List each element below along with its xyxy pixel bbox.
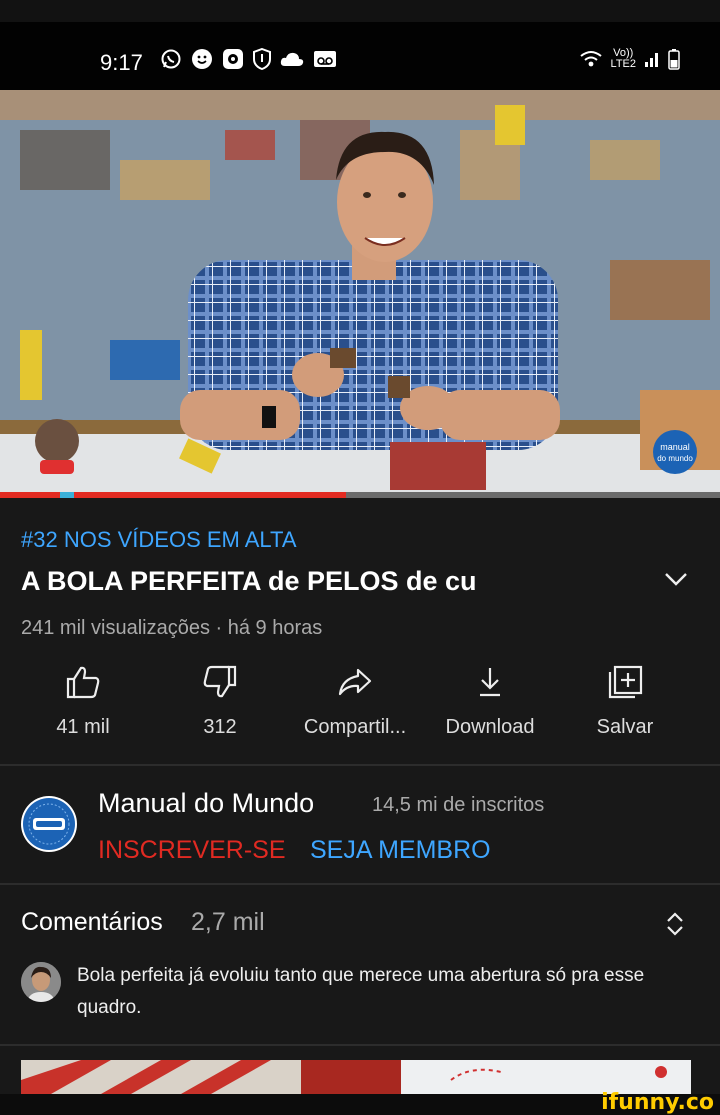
like-count: 41 mil <box>56 716 110 738</box>
divider <box>0 1044 720 1046</box>
video-progress-scrubber[interactable] <box>60 492 74 498</box>
next-video-image <box>21 1060 691 1094</box>
comments-count: 2,7 mil <box>191 908 265 936</box>
trending-badge[interactable]: #32 NOS VÍDEOS EM ALTA <box>21 527 297 553</box>
save-button[interactable]: Salvar <box>560 664 690 739</box>
battery-icon <box>668 49 680 70</box>
share-button[interactable]: Compartil... <box>290 664 420 739</box>
channel-avatar[interactable] <box>21 796 77 852</box>
save-label: Salvar <box>596 716 654 738</box>
dislike-icon <box>203 665 237 698</box>
chevron-down-icon[interactable] <box>662 568 690 590</box>
box-logo-line2: do mundo <box>657 454 693 463</box>
voicemail-icon <box>314 51 336 67</box>
video-title: A BOLA PERFEITA de PELOS de cu <box>21 566 477 596</box>
share-icon <box>338 668 372 696</box>
box-logo-line1: manual <box>660 442 690 452</box>
screenshot-top-edge <box>0 0 720 22</box>
video-progress-played <box>0 492 346 498</box>
emoji-icon <box>192 49 212 69</box>
cloud-icon <box>280 52 304 66</box>
app-icon <box>223 49 243 69</box>
video-progress-bar[interactable] <box>0 492 720 498</box>
like-icon <box>66 666 100 699</box>
share-label: Compartil... <box>303 716 407 738</box>
download-icon <box>480 668 500 697</box>
signal-icon <box>645 53 658 67</box>
divider <box>0 883 720 885</box>
ifunny-watermark: ifunny.co <box>601 1090 714 1115</box>
download-label: Download <box>445 716 535 738</box>
comments-title[interactable]: Comentários <box>21 908 163 937</box>
next-video-thumbnail[interactable] <box>21 1060 691 1094</box>
status-time: 9:17 <box>100 50 143 75</box>
whatsapp-icon <box>161 49 181 69</box>
notification-icons <box>160 48 337 70</box>
wifi-icon <box>579 51 602 67</box>
divider <box>0 764 720 766</box>
expand-collapse-icon[interactable] <box>664 910 686 938</box>
network-type: Vo)) LTE2 <box>611 48 636 70</box>
subscriber-count: 14,5 mi de inscritos <box>372 794 545 816</box>
save-playlist-icon <box>608 665 643 699</box>
commenter-avatar[interactable] <box>21 962 61 1002</box>
dislike-count: 312 <box>203 716 237 738</box>
top-comment: Bola perfeita já evoluiu tanto que merec… <box>77 965 645 1018</box>
subscribe-button[interactable]: INSCREVER-SE <box>98 836 286 865</box>
dislike-button[interactable]: 312 <box>155 664 285 739</box>
download-button[interactable]: Download <box>425 664 555 739</box>
join-button[interactable]: SEJA MEMBRO <box>310 836 491 865</box>
like-button[interactable]: 41 mil <box>18 664 148 739</box>
system-icons: Vo)) LTE2 <box>579 48 680 70</box>
status-bar: 9:17 Vo)) LTE2 <box>0 22 720 90</box>
video-frame: manual do mundo <box>0 90 720 496</box>
commenter-photo <box>21 962 61 1002</box>
channel-name[interactable]: Manual do Mundo <box>98 788 314 819</box>
channel-logo <box>23 798 75 850</box>
lte-label: LTE2 <box>610 58 636 70</box>
video-player[interactable]: manual do mundo <box>0 90 720 496</box>
video-meta: 241 mil visualizações · há 9 horas <box>21 617 323 639</box>
shield-icon <box>253 48 271 70</box>
